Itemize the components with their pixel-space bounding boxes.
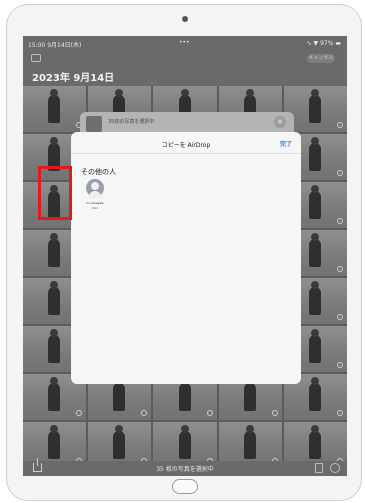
photo-subject (178, 377, 191, 412)
photo-subject (309, 425, 322, 460)
photo-subject (309, 233, 322, 268)
selection-check-icon (337, 362, 343, 368)
photo-subject (178, 425, 191, 460)
selection-check-icon (337, 314, 343, 320)
device-sub: iPad (91, 206, 99, 210)
person-icon (86, 179, 104, 198)
photo-subject (48, 377, 61, 412)
status-bar: 15:00 9月14日(木) ••• ∿ ▼ 97% ▬ (23, 36, 347, 52)
sidebar-toggle-icon[interactable] (31, 54, 41, 62)
airdrop-sheet: コピーを AirDrop 完了 その他の人 m-nakagaw iPad (71, 132, 301, 384)
photo-subject (243, 377, 256, 412)
photo-subject (48, 233, 61, 268)
selection-check-icon (337, 122, 343, 128)
selection-check-icon (141, 410, 148, 416)
photo-subject (113, 377, 126, 412)
other-people-label: その他の人 (81, 168, 116, 176)
trash-icon[interactable] (315, 463, 323, 473)
photo-subject (48, 425, 61, 460)
device-name: m-nakagaw (86, 201, 104, 205)
photo-subject (309, 329, 322, 364)
selection-status: 35 枚の写真を選択中 (156, 466, 214, 473)
highlight-box (38, 166, 72, 220)
person-head (91, 182, 99, 190)
selection-check-icon (271, 410, 278, 416)
person-body (89, 191, 101, 198)
share-thumbnail (86, 116, 102, 132)
share-subtitle: 35枚の写真を選択中 (108, 119, 155, 125)
selection-check-icon (76, 410, 83, 416)
photo-subject (48, 329, 61, 364)
status-time: 15:00 9月14日(木) (28, 42, 82, 49)
front-camera (182, 16, 188, 22)
photo-subject (113, 425, 126, 460)
done-button[interactable]: 完了 (280, 139, 292, 148)
home-button[interactable] (172, 479, 198, 494)
photo-subject (309, 281, 322, 316)
bottom-toolbar: 35 枚の写真を選択中 (23, 458, 347, 476)
status-dots: ••• (179, 39, 190, 46)
photo-subject (243, 425, 256, 460)
ipad-screen: 15:00 9月14日(木) ••• ∿ ▼ 97% ▬ キャンセル 2023年… (23, 36, 347, 476)
status-battery: ∿ ▼ 97% ▬ (306, 40, 341, 47)
photo-subject (48, 89, 61, 124)
airdrop-device[interactable]: m-nakagaw iPad (80, 177, 110, 221)
cancel-selection-button[interactable]: キャンセル (307, 54, 335, 63)
photo-subject (309, 89, 322, 124)
sheet-title: コピーを AirDrop (161, 142, 211, 149)
photo-subject (309, 185, 322, 220)
selection-check-icon (206, 410, 213, 416)
photo-subject (309, 377, 322, 412)
date-title: 2023年 9月14日 (32, 73, 115, 84)
sheet-divider (71, 153, 301, 154)
close-button[interactable]: × (274, 116, 286, 128)
photos-toolbar: キャンセル (23, 52, 347, 66)
photo-thumbnail[interactable] (23, 86, 87, 132)
selection-check-icon (337, 218, 343, 224)
more-icon[interactable] (330, 463, 340, 473)
photo-subject (48, 281, 61, 316)
photo-subject (309, 137, 322, 172)
selection-check-icon (337, 170, 343, 176)
selection-check-icon (337, 410, 343, 416)
selection-check-icon (337, 266, 343, 272)
date-header: 2023年 9月14日 (23, 66, 347, 86)
